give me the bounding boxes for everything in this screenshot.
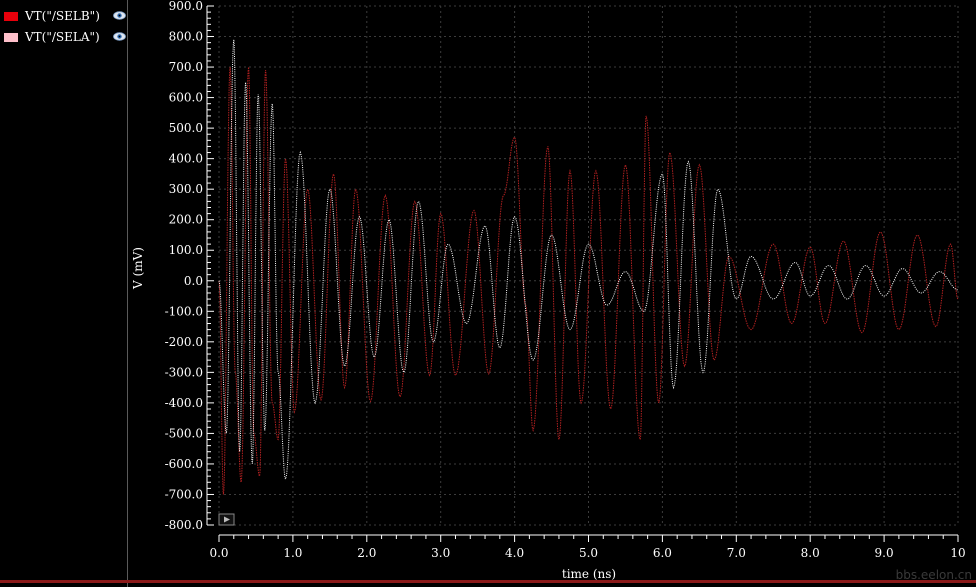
x-tick-label: 0.0 xyxy=(209,546,228,560)
x-tick-label: 2.0 xyxy=(357,546,376,560)
x-tick-label: 7.0 xyxy=(727,546,746,560)
x-axis-label: time (ns) xyxy=(562,567,616,580)
x-tick-label: 4.0 xyxy=(505,546,524,560)
legend-label-selb: VT("/SELB") xyxy=(25,9,100,23)
legend-panel: VT("/SELB") VT("/SELA") xyxy=(0,0,128,587)
x-tick-label: 6.0 xyxy=(653,546,672,560)
x-tick-label: 3.0 xyxy=(431,546,450,560)
legend-swatch-selb xyxy=(4,11,18,21)
x-tick-label: 8.0 xyxy=(801,546,820,560)
watermark: bbs.eelon.cn xyxy=(895,568,972,582)
y-tick-labels: 900.0 800.0 700.0 600.0 500.0 400.0 300.0 200.0… xyxy=(165,0,203,532)
legend-item-sela[interactable]: VT("/SELA") xyxy=(4,29,100,45)
y-tick-label: 700.0 xyxy=(169,60,203,74)
y-axis-label: V (mV) xyxy=(131,247,145,290)
y-tick-label: 0.0 xyxy=(184,274,203,288)
y-tick-label: -200.0 xyxy=(165,335,203,349)
y-tick-label: -800.0 xyxy=(165,518,203,532)
axes xyxy=(206,5,959,542)
grid xyxy=(218,5,959,526)
y-tick-label: -700.0 xyxy=(165,487,203,501)
x-tick-label: 5.0 xyxy=(579,546,598,560)
series-sela-trace xyxy=(218,39,959,481)
legend-item-selb[interactable]: VT("/SELB") xyxy=(4,8,100,24)
y-tick-label: -300.0 xyxy=(165,365,203,379)
eye-icon[interactable] xyxy=(113,11,126,20)
eye-icon[interactable] xyxy=(113,32,126,41)
x-tick-label: 9.0 xyxy=(875,546,894,560)
y-tick-label: 500.0 xyxy=(169,121,203,135)
x-tick-label: 10 xyxy=(950,546,965,560)
status-divider xyxy=(0,580,976,583)
y-tick-label: 600.0 xyxy=(169,91,203,105)
y-tick-label: -400.0 xyxy=(165,396,203,410)
y-tick-label: -600.0 xyxy=(165,457,203,471)
y-tick-label: 300.0 xyxy=(169,182,203,196)
waveform-chart[interactable]: 900.0 800.0 700.0 600.0 500.0 400.0 300.0 200.0… xyxy=(128,0,976,580)
y-tick-label: 400.0 xyxy=(169,152,203,166)
x-tick-labels: 0.0 1.0 2.0 3.0 4.0 5.0 6.0 7.0 8.0 9.0 10 xyxy=(209,546,965,560)
y-tick-label: 800.0 xyxy=(169,30,203,44)
y-tick-label: -500.0 xyxy=(165,426,203,440)
y-tick-label: 900.0 xyxy=(169,0,203,13)
legend-swatch-sela xyxy=(4,32,18,42)
y-tick-label: 200.0 xyxy=(169,213,203,227)
y-tick-label: -100.0 xyxy=(165,304,203,318)
legend-label-sela: VT("/SELA") xyxy=(25,30,100,44)
y-tick-label: 100.0 xyxy=(169,243,203,257)
play-button[interactable] xyxy=(218,513,235,526)
x-tick-label: 1.0 xyxy=(283,546,302,560)
